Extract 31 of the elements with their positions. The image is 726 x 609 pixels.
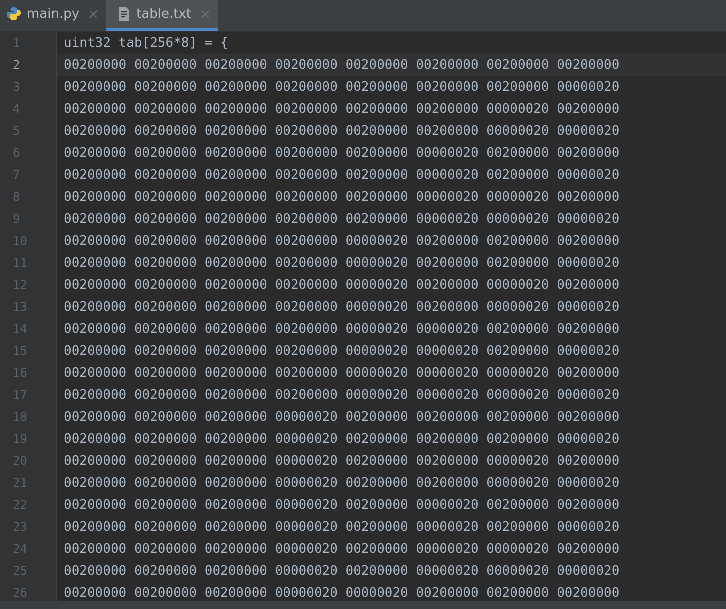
- code-line: 00200000 00200000 00200000 00000020 00200000 00000020 00200000 00200000: [63, 498, 620, 512]
- close-icon[interactable]: [200, 10, 210, 18]
- code-line: 00200000 00200000 00200000 00200000 00000020 00000020 00200000 00000020: [63, 344, 620, 358]
- code-line: 00200000 00200000 00200000 00200000 00200000 00000020 00000020 00000020: [63, 212, 620, 226]
- python-icon: [6, 6, 22, 22]
- code-line: 00200000 00200000 00200000 00000020 00200000 00000020 00000020 00000020: [63, 564, 620, 578]
- code-line: 00200000 00200000 00200000 00200000 00200000 00000020 00200000 00000020: [63, 168, 620, 182]
- code-line: 00200000 00200000 00200000 00000020 00200000 00000020 00200000 00000020: [63, 520, 620, 534]
- code-line: 00200000 00200000 00200000 00000020 00200000 00200000 00200000 00200000: [63, 410, 620, 424]
- code-line: 00200000 00200000 00200000 00000020 00200000 00000020 00000020 00200000: [63, 542, 620, 556]
- editor-tab[interactable]: table.txt: [106, 0, 218, 31]
- editor-tab[interactable]: main.py: [0, 0, 106, 31]
- code-line: 00200000 00200000 00200000 00200000 00000020 00200000 00000020 00200000: [63, 278, 620, 292]
- code-line: 00200000 00200000 00200000 00200000 00000020 00200000 00200000 00200000: [63, 234, 620, 248]
- code-line: 00200000 00200000 00200000 00000020 00000020 00200000 00200000 00200000: [63, 586, 620, 600]
- code-line: 00200000 00200000 00200000 00000020 00200000 00200000 00200000 00000020: [63, 432, 620, 446]
- code-line: 00200000 00200000 00200000 00200000 00200000 00200000 00200000 00200000: [63, 58, 620, 72]
- code-line: 00200000 00200000 00200000 00000020 00200000 00200000 00000020 00000020: [63, 476, 620, 490]
- close-icon[interactable]: [88, 10, 98, 18]
- code-line: 00200000 00200000 00200000 00200000 00000020 00000020 00200000 00200000: [63, 322, 620, 336]
- code-line: 00200000 00200000 00200000 00200000 00200000 00000020 00000020 00200000: [63, 190, 620, 204]
- code-line: 00200000 00200000 00200000 00200000 00200000 00200000 00200000 00000020: [63, 80, 620, 94]
- code-line: 00200000 00200000 00200000 00200000 00000020 00000020 00000020 00000020: [63, 388, 620, 402]
- code-line: uint32 tab[256*8] = {: [63, 36, 228, 50]
- code-line: 00200000 00200000 00200000 00200000 00000020 00200000 00000020 00000020: [63, 300, 620, 314]
- code-line: 00200000 00200000 00200000 00200000 00200000 00000020 00200000 00200000: [63, 146, 620, 160]
- code-line: 00200000 00200000 00200000 00200000 00000020 00000020 00000020 00200000: [63, 366, 620, 380]
- code-line: 00200000 00200000 00200000 00000020 00200000 00200000 00000020 00200000: [63, 454, 620, 468]
- code-line: 00200000 00200000 00200000 00200000 00000020 00200000 00200000 00000020: [63, 256, 620, 270]
- code-line: 00200000 00200000 00200000 00200000 00200000 00200000 00000020 00200000: [63, 102, 620, 116]
- code-line: 00200000 00200000 00200000 00200000 00200000 00200000 00000020 00000020: [63, 124, 620, 138]
